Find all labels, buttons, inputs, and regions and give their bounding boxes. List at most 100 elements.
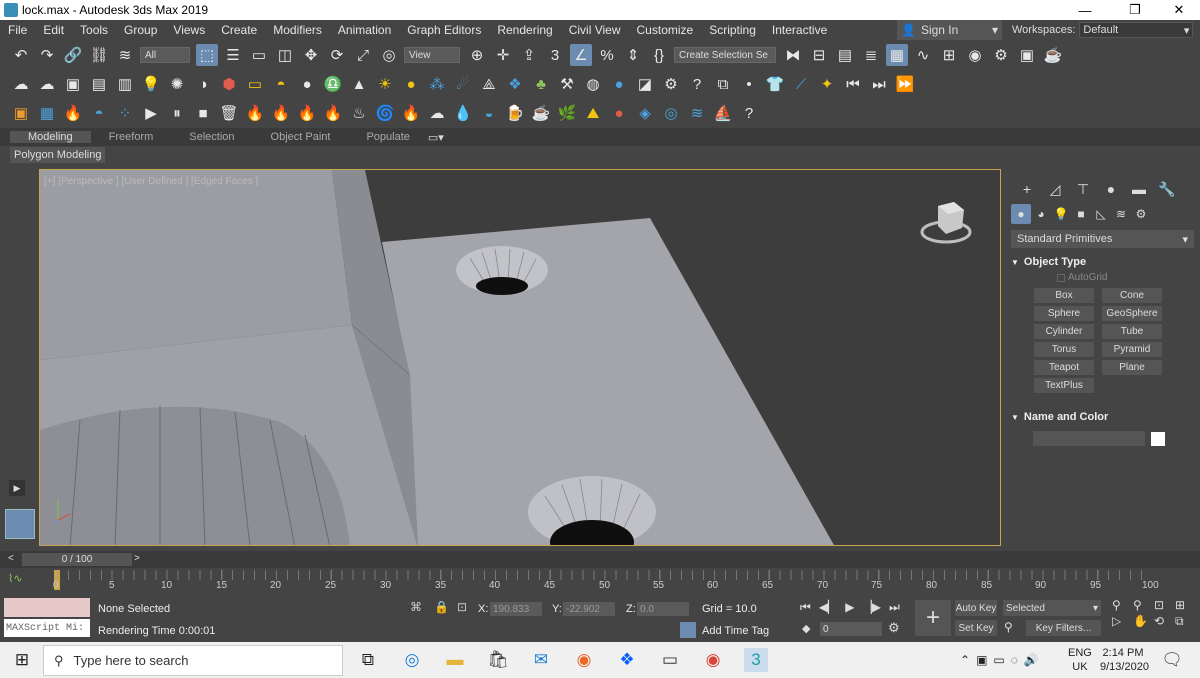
plane-button[interactable]: Plane: [1102, 360, 1162, 375]
chrome-icon[interactable]: ◉: [701, 648, 725, 672]
curve-toggle-icon[interactable]: ⌇∿: [8, 572, 23, 585]
mask-icon[interactable]: ◑: [192, 73, 214, 95]
x-coordinate-field[interactable]: 190.833: [490, 602, 542, 616]
unlink-icon[interactable]: ⛓: [88, 44, 110, 66]
task-view-icon[interactable]: ⧉: [356, 648, 380, 672]
select-object-icon[interactable]: ⬚: [196, 44, 218, 66]
3ds-max-taskbar-icon[interactable]: 3: [744, 648, 768, 672]
sphere-button[interactable]: Sphere: [1034, 306, 1094, 321]
scale-icon[interactable]: ⤢: [352, 44, 374, 66]
menu-views[interactable]: Views: [165, 23, 213, 37]
lights-icon[interactable]: 💡: [1051, 204, 1071, 224]
zoom-extents-icon[interactable]: ⊡: [1154, 598, 1175, 612]
schematic-view-icon[interactable]: ⊞: [938, 44, 960, 66]
menu-file[interactable]: File: [0, 23, 35, 37]
area-light-icon[interactable]: ▭: [244, 73, 266, 95]
zoom-all-icon[interactable]: ⚲: [1133, 598, 1154, 612]
pause-icon[interactable]: ⏸: [166, 102, 188, 124]
select-manipulate-icon[interactable]: ✛: [492, 44, 514, 66]
object-color-swatch[interactable]: [1151, 431, 1165, 446]
vector-icon[interactable]: ⟁: [478, 73, 500, 95]
trash-icon[interactable]: 🗑: [218, 102, 240, 124]
fire-preset-3-icon[interactable]: 🔥: [296, 102, 318, 124]
notification-area-icon[interactable]: ▣: [976, 653, 987, 667]
island-icon[interactable]: ⛰: [582, 102, 604, 124]
gear-icon[interactable]: ⚙: [660, 73, 682, 95]
zoom-icon[interactable]: ⚲: [1112, 598, 1133, 612]
angle-snap-icon[interactable]: ∠: [570, 44, 592, 66]
pipe-icon[interactable]: ⟋: [790, 73, 812, 95]
cube-icon[interactable]: ◈: [634, 102, 656, 124]
fan-icon[interactable]: ✺: [166, 73, 188, 95]
object-type-header[interactable]: ▼ Object Type: [1011, 254, 1189, 270]
viewport-label[interactable]: [+] [Perspective ] [User Defined ] [Edge…: [44, 176, 258, 187]
battery-icon[interactable]: ▭: [993, 653, 1004, 667]
bind-space-warp-icon[interactable]: ≋: [114, 44, 136, 66]
sphere-light-icon[interactable]: ●: [296, 73, 318, 95]
wave-icon[interactable]: ≋: [686, 102, 708, 124]
undo-icon[interactable]: ↶: [10, 44, 32, 66]
workspaces-dropdown[interactable]: Default ▾: [1079, 22, 1194, 38]
snaps-toggle-icon[interactable]: 3: [544, 44, 566, 66]
stop-icon[interactable]: ■: [192, 102, 214, 124]
cookie-icon[interactable]: ◍: [582, 73, 604, 95]
tab-selection[interactable]: Selection: [171, 131, 252, 143]
time-config-icon[interactable]: ⚙: [888, 620, 900, 636]
material-editor-icon[interactable]: ◉: [964, 44, 986, 66]
plant-icon[interactable]: 🌿: [556, 102, 578, 124]
key-mode-icon[interactable]: ◆: [802, 622, 810, 635]
menu-tools[interactable]: Tools: [72, 23, 116, 37]
perspective-viewport[interactable]: [+] [Perspective ] [User Defined ] [Edge…: [39, 169, 1001, 546]
previous-frame-icon[interactable]: ◀▏: [819, 600, 837, 615]
image-icon[interactable]: ▣: [62, 73, 84, 95]
cloud-outline-icon[interactable]: ☁: [36, 73, 58, 95]
amazon-icon[interactable]: ▭: [658, 648, 682, 672]
link-icon[interactable]: 🔗: [62, 44, 84, 66]
menu-modifiers[interactable]: Modifiers: [265, 23, 330, 37]
menu-scripting[interactable]: Scripting: [701, 23, 764, 37]
clock[interactable]: 2:14 PM 9/13/2020: [1100, 646, 1149, 674]
play-icon[interactable]: ▶: [140, 102, 162, 124]
rectangular-selection-icon[interactable]: ▭: [248, 44, 270, 66]
object-name-field[interactable]: [1033, 431, 1145, 446]
polygon-modeling-panel[interactable]: Polygon Modeling: [10, 147, 106, 163]
windows-start-icon[interactable]: ⊞: [10, 648, 34, 672]
select-by-name-icon[interactable]: ☰: [222, 44, 244, 66]
curve-editor-icon[interactable]: ∿: [912, 44, 934, 66]
edit-named-selection-icon[interactable]: {}: [648, 44, 670, 66]
go-to-end-icon[interactable]: ⏭: [889, 600, 900, 615]
fur-icon[interactable]: ♣: [530, 73, 552, 95]
motion-tab-icon[interactable]: ●: [1097, 178, 1125, 200]
fire-preset-2-icon[interactable]: 🔥: [270, 102, 292, 124]
move-icon[interactable]: ✥: [300, 44, 322, 66]
display-tab-icon[interactable]: ▬: [1125, 178, 1153, 200]
key-filter-icon[interactable]: ⚲: [1004, 620, 1013, 634]
viewport-layout-button[interactable]: [5, 509, 35, 539]
current-frame-field[interactable]: 0: [820, 622, 882, 636]
cameras-icon[interactable]: ■: [1071, 204, 1091, 224]
sparkle-icon[interactable]: ✦: [816, 73, 838, 95]
systems-icon[interactable]: ⚙: [1131, 204, 1151, 224]
hierarchy-tab-icon[interactable]: ⊤: [1069, 178, 1097, 200]
glass-sphere-icon[interactable]: ●: [608, 73, 630, 95]
dropbox-icon[interactable]: ❖: [615, 648, 639, 672]
place-icon[interactable]: ◎: [378, 44, 400, 66]
cup-icon[interactable]: ☕: [530, 102, 552, 124]
chevron-up-icon[interactable]: ⌃: [960, 653, 970, 667]
dome-light-icon[interactable]: ◓: [270, 73, 292, 95]
box-button[interactable]: Box: [1034, 288, 1094, 303]
textplus-button[interactable]: TextPlus: [1034, 378, 1094, 393]
ribbon-toggle-icon[interactable]: ▦: [886, 44, 908, 66]
maximize-viewport-icon[interactable]: ⧉: [1175, 614, 1196, 629]
render-setup-icon[interactable]: ⚙: [990, 44, 1012, 66]
menu-create[interactable]: Create: [213, 23, 265, 37]
menu-customize[interactable]: Customize: [629, 23, 702, 37]
field-of-view-icon[interactable]: ▷: [1112, 614, 1133, 629]
expand-arrow-icon[interactable]: ▶: [9, 480, 25, 496]
menu-animation[interactable]: Animation: [330, 23, 399, 37]
spinner-snap-icon[interactable]: ⇕: [622, 44, 644, 66]
absolute-mode-icon[interactable]: ⊡: [457, 600, 467, 614]
close-button[interactable]: ✕: [1156, 0, 1200, 20]
named-selection-dropdown[interactable]: Create Selection Se: [674, 47, 776, 63]
restore-button[interactable]: ❐: [1112, 0, 1158, 20]
